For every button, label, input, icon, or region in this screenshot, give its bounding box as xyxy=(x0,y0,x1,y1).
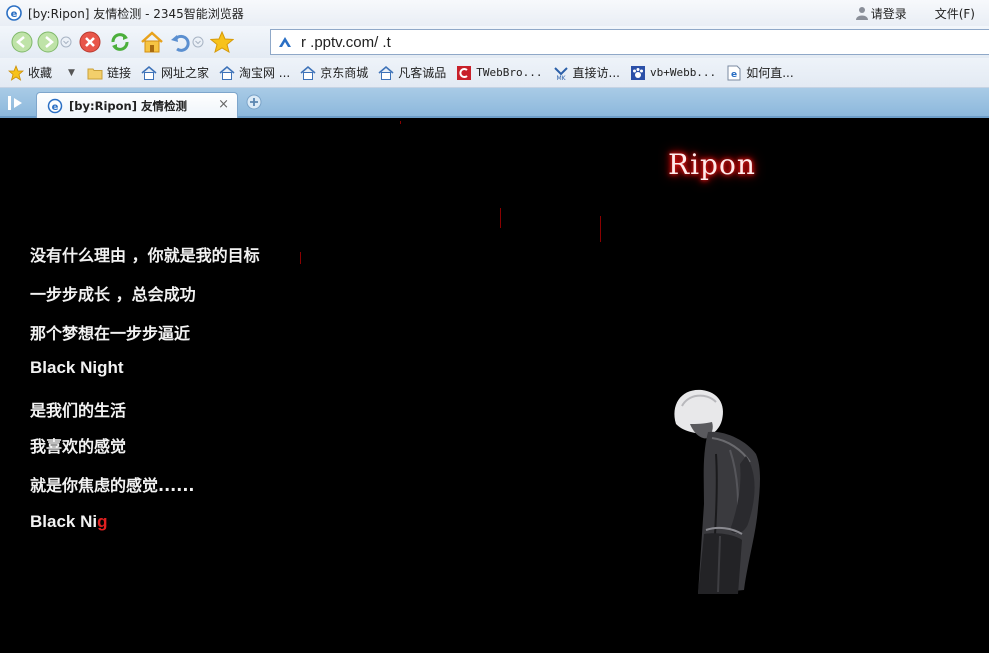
bookmark-vb-webb[interactable]: vb+Webb... xyxy=(630,65,716,81)
typing-text: Black Ni xyxy=(30,512,98,531)
page-content: Ripon 没有什么理由 ，你就是我的目标 一步步成长 ，总会成功 那个梦想在一… xyxy=(0,118,989,653)
home-icon xyxy=(219,65,235,80)
undo-close-button[interactable] xyxy=(168,30,192,54)
address-bar[interactable]: r .pptv.com/ .t xyxy=(270,29,989,55)
forward-button[interactable] xyxy=(36,30,60,54)
forward-arrow-icon xyxy=(37,31,59,53)
lyric-line: 是我们的生活 xyxy=(30,401,127,420)
back-arrow-icon xyxy=(11,31,33,53)
back-button[interactable] xyxy=(10,30,34,54)
home-icon xyxy=(141,65,157,80)
tab-active[interactable]: e [by:Ripon] 友情检测 × xyxy=(36,92,238,118)
favorites-menu[interactable]: 收藏 xyxy=(8,64,52,81)
browser-logo-icon: e xyxy=(6,5,22,21)
ie-page-icon: e xyxy=(727,65,741,80)
star-icon xyxy=(210,31,234,53)
refresh-icon xyxy=(111,33,129,51)
browser-logo-icon: e xyxy=(47,98,63,113)
chevron-down-icon xyxy=(192,36,204,48)
bookmark-taobao[interactable]: 淘宝网 ... xyxy=(219,64,290,81)
lyric-line: 一步步成长 ，总会成功 xyxy=(30,285,196,304)
mk-icon: MK xyxy=(553,66,568,81)
bookmark-label: 网址之家 xyxy=(160,66,209,80)
bookmark-vancl[interactable]: 凡客诚品 xyxy=(378,64,446,81)
svg-text:e: e xyxy=(11,9,18,20)
close-icon xyxy=(79,31,101,53)
stop-button[interactable] xyxy=(78,30,102,54)
red-c-icon xyxy=(457,65,472,80)
bookmark-label: TWebBro... xyxy=(476,66,543,79)
bookmark-site-home[interactable]: 网址之家 xyxy=(141,64,209,81)
bookmark-label: vb+Webb... xyxy=(649,66,717,79)
decorative-mark xyxy=(400,121,401,124)
bookmark-label: 如何直... xyxy=(746,66,794,80)
bookmark-jd[interactable]: 京东商城 xyxy=(300,64,368,81)
undo-dropdown[interactable] xyxy=(192,30,204,54)
login-button[interactable]: 请登录 xyxy=(855,5,907,22)
bookmark-label: 直接访... xyxy=(572,66,620,80)
user-icon xyxy=(855,7,868,20)
home-icon xyxy=(141,31,163,53)
refresh-button[interactable] xyxy=(108,30,132,54)
tab-strip: e [by:Ripon] 友情检测 × xyxy=(0,88,989,118)
undo-icon xyxy=(171,34,190,52)
bookmark-label: 京东商城 xyxy=(320,66,369,80)
anime-character-illustration xyxy=(674,389,760,594)
sidebar-toggle-icon[interactable] xyxy=(8,95,26,111)
star-icon xyxy=(8,64,24,81)
bookmark-label: 链接 xyxy=(106,66,131,80)
bookmark-direct-access[interactable]: MK 直接访... xyxy=(553,64,620,81)
decorative-mark xyxy=(300,252,301,264)
typing-line: Black Nig xyxy=(30,512,107,532)
file-menu[interactable]: 文件(F) xyxy=(935,5,975,22)
home-icon xyxy=(300,65,316,80)
bookmark-links[interactable]: 链接 xyxy=(87,64,131,81)
bookmarks-bar: 收藏 ▼ 链接 网址之家 淘宝网 ... 京东商城 凡客诚品 TWebBro..… xyxy=(0,58,989,88)
lyric-line: 那个梦想在一步步逼近 xyxy=(30,324,191,343)
lyric-line: Black Night xyxy=(30,358,124,377)
bookmark-label: 淘宝网 ... xyxy=(238,66,291,80)
tab-title: [by:Ripon] 友情检测 xyxy=(69,98,187,113)
new-tab-icon[interactable] xyxy=(246,94,262,110)
favorites-label: 收藏 xyxy=(28,66,53,80)
history-dropdown[interactable] xyxy=(60,30,72,54)
site-title: Ripon xyxy=(668,148,756,181)
address-url[interactable]: r .pptv.com/ .t xyxy=(301,34,391,51)
favorite-star-button[interactable] xyxy=(210,30,234,54)
home-button[interactable] xyxy=(140,30,164,54)
login-label: 请登录 xyxy=(870,6,907,21)
site-favicon-icon xyxy=(279,37,291,47)
navigation-toolbar: r .pptv.com/ .t xyxy=(0,26,989,58)
bookmark-how-to[interactable]: e 如何直... xyxy=(726,64,794,81)
decorative-mark xyxy=(600,216,601,242)
bookmark-label: 凡客诚品 xyxy=(398,66,447,80)
typing-cursor: g xyxy=(97,512,108,531)
bookmark-twebbrowser[interactable]: TWebBro... xyxy=(456,65,543,81)
svg-text:e: e xyxy=(731,70,737,80)
home-icon xyxy=(378,65,394,80)
svg-text:e: e xyxy=(52,102,59,113)
window-title: [by:Ripon] 友情检测 - 2345智能浏览器 xyxy=(28,6,244,21)
chevron-down-icon xyxy=(60,36,72,48)
decorative-mark xyxy=(500,208,501,228)
lyric-line: 没有什么理由 ，你就是我的目标 xyxy=(30,246,260,265)
close-icon[interactable]: × xyxy=(218,97,229,112)
lyric-line: 就是你焦虑的感觉...... xyxy=(30,476,195,495)
lyric-line: 我喜欢的感觉 xyxy=(30,437,127,456)
paw-icon xyxy=(630,65,645,80)
folder-icon xyxy=(87,68,103,79)
chevron-down-icon[interactable]: ▼ xyxy=(68,68,75,78)
window-titlebar: e [by:Ripon] 友情检测 - 2345智能浏览器 请登录 文件(F) xyxy=(0,0,989,26)
svg-text:MK: MK xyxy=(556,75,566,81)
